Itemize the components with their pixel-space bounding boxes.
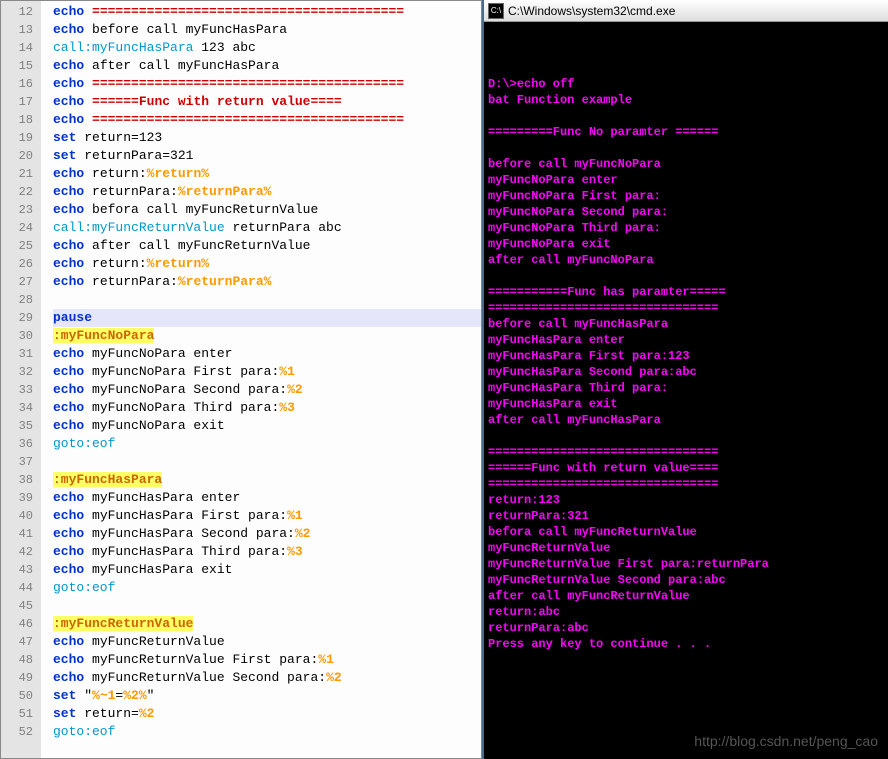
code-line[interactable]: set "%~1=%2%" bbox=[53, 687, 481, 705]
cmd-line: D:\>echo off bbox=[488, 76, 884, 92]
cmd-line: after call myFuncReturnValue bbox=[488, 588, 884, 604]
cmd-line: myFuncHasPara enter bbox=[488, 332, 884, 348]
code-line[interactable]: echo myFuncNoPara First para:%1 bbox=[53, 363, 481, 381]
code-line[interactable]: goto:eof bbox=[53, 435, 481, 453]
cmd-window: C:\ C:\Windows\system32\cmd.exe D:\>echo… bbox=[482, 0, 888, 759]
code-line[interactable]: echo myFuncNoPara Third para:%3 bbox=[53, 399, 481, 417]
code-line[interactable]: pause bbox=[53, 309, 481, 327]
cmd-output[interactable]: D:\>echo offbat Function example =======… bbox=[484, 22, 888, 759]
cmd-line: myFuncHasPara exit bbox=[488, 396, 884, 412]
code-line[interactable]: echo after call myFuncHasPara bbox=[53, 57, 481, 75]
cmd-line: myFuncHasPara First para:123 bbox=[488, 348, 884, 364]
cmd-line: myFuncReturnValue Second para:abc bbox=[488, 572, 884, 588]
cmd-line: myFuncHasPara Third para: bbox=[488, 380, 884, 396]
cmd-line: befora call myFuncReturnValue bbox=[488, 524, 884, 540]
cmd-line: ================================ bbox=[488, 444, 884, 460]
code-line[interactable]: echo return:%return% bbox=[53, 255, 481, 273]
cmd-line: =========Func No paramter ====== bbox=[488, 124, 884, 140]
code-line[interactable]: echo returnPara:%returnPara% bbox=[53, 183, 481, 201]
cmd-title-text: C:\Windows\system32\cmd.exe bbox=[508, 4, 675, 18]
cmd-line bbox=[488, 108, 884, 124]
cmd-line bbox=[488, 268, 884, 284]
code-line[interactable]: echo return:%return% bbox=[53, 165, 481, 183]
cmd-line: myFuncReturnValue bbox=[488, 540, 884, 556]
code-line[interactable]: echo ===================================… bbox=[53, 3, 481, 21]
cmd-line: ===========Func has paramter===== bbox=[488, 284, 884, 300]
code-line[interactable]: echo ===================================… bbox=[53, 75, 481, 93]
cmd-icon: C:\ bbox=[488, 3, 504, 19]
code-line[interactable]: echo myFuncReturnValue Second para:%2 bbox=[53, 669, 481, 687]
code-line[interactable]: echo myFuncHasPara Second para:%2 bbox=[53, 525, 481, 543]
cmd-line: ======Func with return value==== bbox=[488, 460, 884, 476]
cmd-line: Press any key to continue . . . bbox=[488, 636, 884, 652]
code-line[interactable]: echo before call myFuncHasPara bbox=[53, 21, 481, 39]
code-line[interactable]: call:myFuncReturnValue returnPara abc bbox=[53, 219, 481, 237]
cmd-line: return:123 bbox=[488, 492, 884, 508]
code-line[interactable] bbox=[53, 453, 481, 471]
code-line[interactable]: echo myFuncNoPara enter bbox=[53, 345, 481, 363]
cmd-line: myFuncNoPara Second para: bbox=[488, 204, 884, 220]
code-line[interactable]: echo myFuncReturnValue bbox=[53, 633, 481, 651]
cmd-line bbox=[488, 428, 884, 444]
cmd-line: after call myFuncNoPara bbox=[488, 252, 884, 268]
code-line[interactable]: goto:eof bbox=[53, 579, 481, 597]
code-line[interactable]: set return=123 bbox=[53, 129, 481, 147]
cmd-line: bat Function example bbox=[488, 92, 884, 108]
code-line[interactable]: echo myFuncHasPara exit bbox=[53, 561, 481, 579]
cmd-line: after call myFuncHasPara bbox=[488, 412, 884, 428]
cmd-line: return:abc bbox=[488, 604, 884, 620]
code-line[interactable]: echo returnPara:%returnPara% bbox=[53, 273, 481, 291]
code-line[interactable]: :myFuncNoPara bbox=[53, 327, 481, 345]
code-line[interactable]: echo myFuncHasPara enter bbox=[53, 489, 481, 507]
code-line[interactable]: echo befora call myFuncReturnValue bbox=[53, 201, 481, 219]
cmd-line: myFuncNoPara exit bbox=[488, 236, 884, 252]
cmd-line bbox=[488, 140, 884, 156]
cmd-titlebar[interactable]: C:\ C:\Windows\system32\cmd.exe bbox=[484, 0, 888, 22]
code-line[interactable]: :myFuncHasPara bbox=[53, 471, 481, 489]
watermark-text: http://blog.csdn.net/peng_cao bbox=[694, 733, 878, 749]
cmd-line: before call myFuncHasPara bbox=[488, 316, 884, 332]
cmd-line: before call myFuncNoPara bbox=[488, 156, 884, 172]
code-line[interactable]: set returnPara=321 bbox=[53, 147, 481, 165]
code-line[interactable]: echo myFuncReturnValue First para:%1 bbox=[53, 651, 481, 669]
code-line[interactable] bbox=[53, 291, 481, 309]
cmd-line: ================================ bbox=[488, 476, 884, 492]
cmd-line bbox=[488, 60, 884, 76]
code-line[interactable]: echo myFuncNoPara exit bbox=[53, 417, 481, 435]
cmd-line: myFuncReturnValue First para:returnPara bbox=[488, 556, 884, 572]
cmd-line: returnPara:abc bbox=[488, 620, 884, 636]
cmd-line: myFuncHasPara Second para:abc bbox=[488, 364, 884, 380]
cmd-line: ================================ bbox=[488, 300, 884, 316]
cmd-line: myFuncNoPara First para: bbox=[488, 188, 884, 204]
line-number-gutter: 1213141516171819202122232425262728293031… bbox=[1, 1, 41, 758]
code-line[interactable]: goto:eof bbox=[53, 723, 481, 741]
code-line[interactable]: :myFuncReturnValue bbox=[53, 615, 481, 633]
code-line[interactable]: echo myFuncHasPara Third para:%3 bbox=[53, 543, 481, 561]
cmd-line: myFuncNoPara Third para: bbox=[488, 220, 884, 236]
code-line[interactable]: echo myFuncHasPara First para:%1 bbox=[53, 507, 481, 525]
code-editor[interactable]: 1213141516171819202122232425262728293031… bbox=[0, 0, 482, 759]
code-line[interactable]: echo after call myFuncReturnValue bbox=[53, 237, 481, 255]
code-line[interactable]: call:myFuncHasPara 123 abc bbox=[53, 39, 481, 57]
code-line[interactable]: echo ======Func with return value==== bbox=[53, 93, 481, 111]
cmd-line: myFuncNoPara enter bbox=[488, 172, 884, 188]
code-area[interactable]: echo ===================================… bbox=[41, 1, 481, 758]
code-line[interactable]: set return=%2 bbox=[53, 705, 481, 723]
code-line[interactable] bbox=[53, 597, 481, 615]
cmd-line: returnPara:321 bbox=[488, 508, 884, 524]
code-line[interactable]: echo ===================================… bbox=[53, 111, 481, 129]
code-line[interactable]: echo myFuncNoPara Second para:%2 bbox=[53, 381, 481, 399]
